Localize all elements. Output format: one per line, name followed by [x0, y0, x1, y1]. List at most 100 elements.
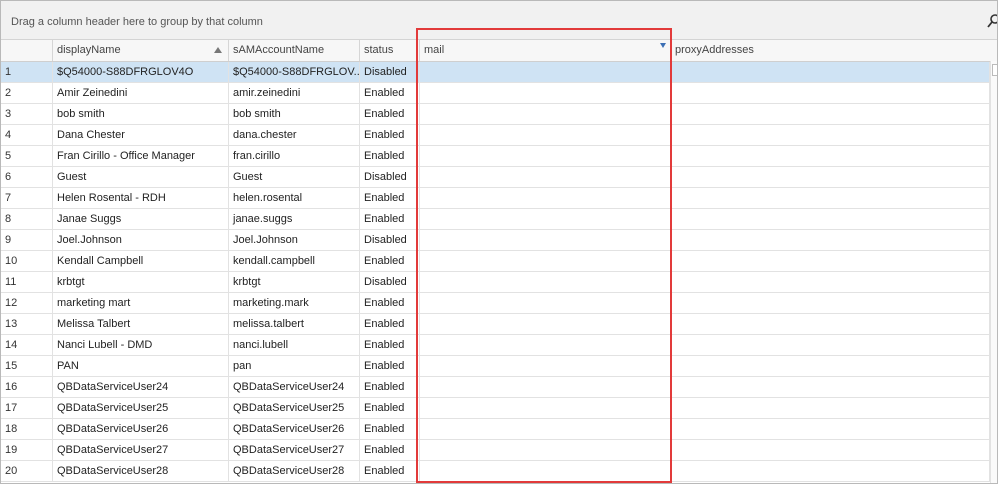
table-row[interactable]: 18 QBDataServiceUser26 QBDataServiceUser26…: [1, 419, 997, 440]
mail-cell[interactable]: [420, 230, 671, 250]
displayname-cell[interactable]: QBDataServiceUser24: [53, 377, 229, 397]
samaccountname-cell[interactable]: helen.rosental: [229, 188, 360, 208]
table-row[interactable]: 2 Amir Zeinedini amir.zeinedini Enabled: [1, 83, 997, 104]
row-number-cell[interactable]: 13: [1, 314, 53, 334]
sort-ascending-icon[interactable]: [214, 47, 222, 53]
status-cell[interactable]: Enabled: [360, 209, 420, 229]
row-number-cell[interactable]: 5: [1, 146, 53, 166]
displayname-cell[interactable]: Amir Zeinedini: [53, 83, 229, 103]
row-number-cell[interactable]: 14: [1, 335, 53, 355]
row-number-cell[interactable]: 7: [1, 188, 53, 208]
proxyaddresses-cell[interactable]: [671, 293, 990, 313]
table-row[interactable]: 11 krbtgt krbtgt Disabled: [1, 272, 997, 293]
row-number-cell[interactable]: 8: [1, 209, 53, 229]
table-row[interactable]: 1 $Q54000-S88DFRGLOV4O $Q54000-S88DFRGLOV.…: [1, 62, 997, 83]
row-number-cell[interactable]: 15: [1, 356, 53, 376]
status-cell[interactable]: Disabled: [360, 272, 420, 292]
row-number-cell[interactable]: 12: [1, 293, 53, 313]
samaccountname-cell[interactable]: QBDataServiceUser26: [229, 419, 360, 439]
samaccountname-cell[interactable]: bob smith: [229, 104, 360, 124]
mail-cell[interactable]: [420, 377, 671, 397]
proxyaddresses-cell[interactable]: [671, 125, 990, 145]
status-cell[interactable]: Enabled: [360, 104, 420, 124]
proxyaddresses-cell[interactable]: [671, 356, 990, 376]
proxyaddresses-cell[interactable]: [671, 167, 990, 187]
displayname-cell[interactable]: Janae Suggs: [53, 209, 229, 229]
samaccountname-cell[interactable]: $Q54000-S88DFRGLOV...: [229, 62, 360, 82]
mail-cell[interactable]: [420, 440, 671, 460]
samaccountname-cell[interactable]: Joel.Johnson: [229, 230, 360, 250]
row-number-cell[interactable]: 4: [1, 125, 53, 145]
search-icon[interactable]: [987, 13, 998, 29]
group-by-panel[interactable]: Drag a column header here to group by th…: [1, 1, 997, 40]
proxyaddresses-cell[interactable]: [671, 209, 990, 229]
status-cell[interactable]: Enabled: [360, 377, 420, 397]
header-displayname[interactable]: displayName: [53, 40, 229, 61]
samaccountname-cell[interactable]: QBDataServiceUser28: [229, 461, 360, 481]
mail-cell[interactable]: [420, 167, 671, 187]
status-cell[interactable]: Enabled: [360, 188, 420, 208]
mail-cell[interactable]: [420, 83, 671, 103]
header-samaccountname[interactable]: sAMAccountName: [229, 40, 360, 61]
status-cell[interactable]: Enabled: [360, 251, 420, 271]
header-mail[interactable]: mail: [420, 40, 671, 61]
proxyaddresses-cell[interactable]: [671, 251, 990, 271]
table-row[interactable]: 10 Kendall Campbell kendall.campbell Enable…: [1, 251, 997, 272]
displayname-cell[interactable]: Fran Cirillo - Office Manager: [53, 146, 229, 166]
table-row[interactable]: 20 QBDataServiceUser28 QBDataServiceUser28…: [1, 461, 997, 482]
status-cell[interactable]: Disabled: [360, 62, 420, 82]
row-number-cell[interactable]: 18: [1, 419, 53, 439]
header-status[interactable]: status: [360, 40, 420, 61]
displayname-cell[interactable]: QBDataServiceUser26: [53, 419, 229, 439]
table-row[interactable]: 15 PAN pan Enabled: [1, 356, 997, 377]
status-cell[interactable]: Enabled: [360, 356, 420, 376]
mail-cell[interactable]: [420, 146, 671, 166]
status-cell[interactable]: Disabled: [360, 167, 420, 187]
row-number-cell[interactable]: 6: [1, 167, 53, 187]
mail-cell[interactable]: [420, 293, 671, 313]
samaccountname-cell[interactable]: pan: [229, 356, 360, 376]
proxyaddresses-cell[interactable]: [671, 272, 990, 292]
scroll-up-button[interactable]: [992, 64, 997, 76]
table-row[interactable]: 14 Nanci Lubell - DMD nanci.lubell Enabled: [1, 335, 997, 356]
displayname-cell[interactable]: Dana Chester: [53, 125, 229, 145]
mail-cell[interactable]: [420, 461, 671, 481]
table-row[interactable]: 8 Janae Suggs janae.suggs Enabled: [1, 209, 997, 230]
samaccountname-cell[interactable]: kendall.campbell: [229, 251, 360, 271]
samaccountname-cell[interactable]: QBDataServiceUser24: [229, 377, 360, 397]
mail-cell[interactable]: [420, 272, 671, 292]
status-cell[interactable]: Enabled: [360, 419, 420, 439]
proxyaddresses-cell[interactable]: [671, 314, 990, 334]
displayname-cell[interactable]: PAN: [53, 356, 229, 376]
mail-cell[interactable]: [420, 314, 671, 334]
header-proxyaddresses[interactable]: proxyAddresses: [671, 40, 990, 61]
status-cell[interactable]: Enabled: [360, 440, 420, 460]
row-number-cell[interactable]: 16: [1, 377, 53, 397]
displayname-cell[interactable]: $Q54000-S88DFRGLOV4O: [53, 62, 229, 82]
displayname-cell[interactable]: Guest: [53, 167, 229, 187]
row-number-cell[interactable]: 11: [1, 272, 53, 292]
mail-cell[interactable]: [420, 104, 671, 124]
mail-cell[interactable]: [420, 125, 671, 145]
proxyaddresses-cell[interactable]: [671, 398, 990, 418]
status-cell[interactable]: Enabled: [360, 146, 420, 166]
status-cell[interactable]: Enabled: [360, 293, 420, 313]
mail-cell[interactable]: [420, 188, 671, 208]
status-cell[interactable]: Enabled: [360, 125, 420, 145]
proxyaddresses-cell[interactable]: [671, 461, 990, 481]
proxyaddresses-cell[interactable]: [671, 377, 990, 397]
samaccountname-cell[interactable]: amir.zeinedini: [229, 83, 360, 103]
displayname-cell[interactable]: QBDataServiceUser28: [53, 461, 229, 481]
samaccountname-cell[interactable]: janae.suggs: [229, 209, 360, 229]
samaccountname-cell[interactable]: dana.chester: [229, 125, 360, 145]
displayname-cell[interactable]: Helen Rosental - RDH: [53, 188, 229, 208]
table-row[interactable]: 3 bob smith bob smith Enabled: [1, 104, 997, 125]
status-cell[interactable]: Enabled: [360, 398, 420, 418]
table-row[interactable]: 17 QBDataServiceUser25 QBDataServiceUser25…: [1, 398, 997, 419]
displayname-cell[interactable]: Joel.Johnson: [53, 230, 229, 250]
row-number-cell[interactable]: 9: [1, 230, 53, 250]
row-number-cell[interactable]: 3: [1, 104, 53, 124]
samaccountname-cell[interactable]: Guest: [229, 167, 360, 187]
mail-cell[interactable]: [420, 335, 671, 355]
row-number-cell[interactable]: 10: [1, 251, 53, 271]
